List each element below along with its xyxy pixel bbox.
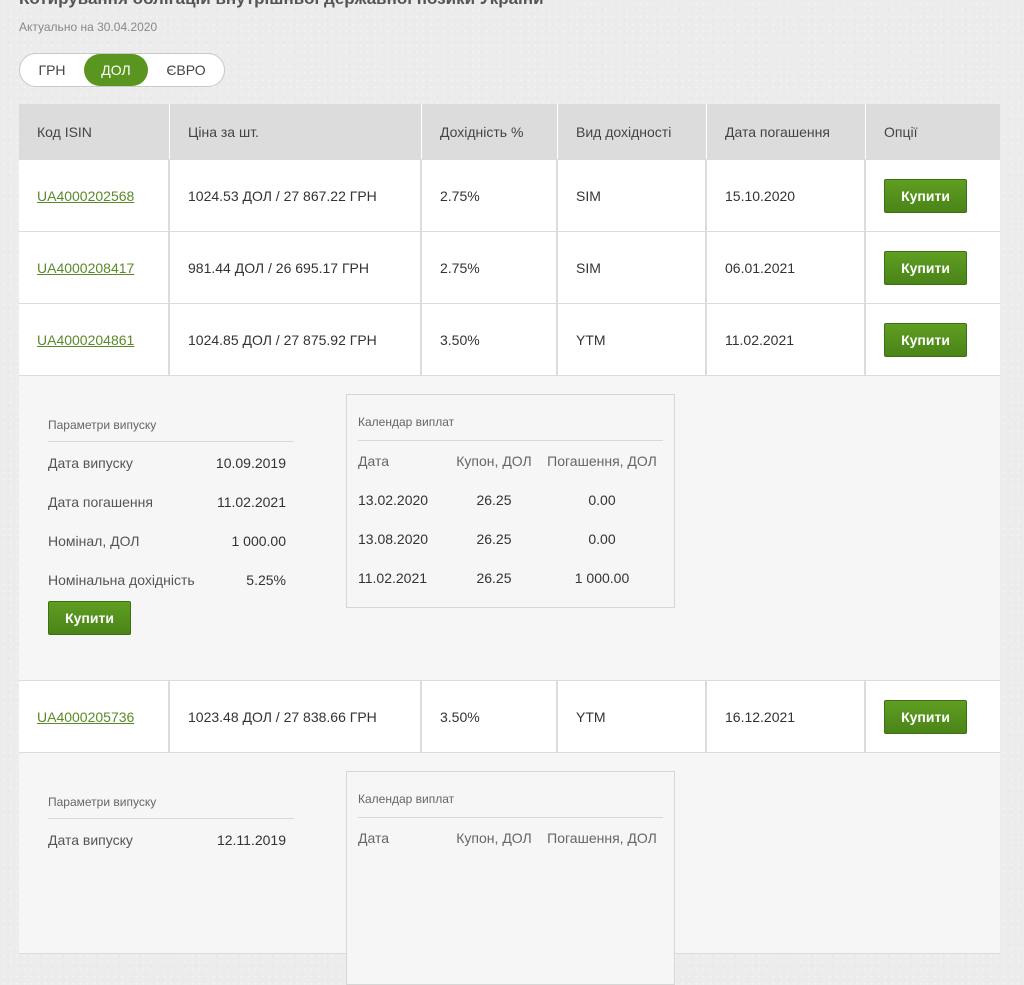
- yield-type-cell: YTM: [558, 681, 707, 752]
- param-label: Номінальна дохідність: [48, 572, 195, 588]
- isin-link[interactable]: UA4000208417: [37, 260, 134, 276]
- calendar-row: 13.02.2020 26.25 0.00: [358, 480, 663, 519]
- issue-parameters-title: Параметри випуску: [48, 787, 294, 819]
- payment-calendar: Календар виплат Дата Купон, ДОЛ Погашенн…: [346, 771, 675, 985]
- isin-link[interactable]: UA4000205736: [37, 709, 134, 725]
- calendar-date: 13.08.2020: [358, 530, 429, 547]
- calendar-header-coupon: Купон, ДОЛ: [456, 829, 532, 846]
- param-label: Дата випуску: [48, 832, 133, 848]
- yield-cell: 3.50%: [422, 304, 558, 375]
- param-row: Номінал, ДОЛ 1 000.00: [48, 526, 294, 565]
- calendar-header: Дата Купон, ДОЛ Погашення, ДОЛ: [358, 441, 663, 480]
- price-cell: 1024.53 ДОЛ / 27 867.22 ГРН: [170, 160, 422, 231]
- table-row: UA4000204861 1024.85 ДОЛ / 27 875.92 ГРН…: [19, 304, 1000, 376]
- calendar-header-date: Дата: [358, 829, 390, 846]
- param-label: Номінал, ДОЛ: [48, 533, 140, 549]
- param-value: 1 000.00: [231, 533, 287, 549]
- param-value: 12.11.2019: [216, 832, 286, 848]
- yield-type-cell: SIM: [558, 160, 707, 231]
- calendar-header: Дата Купон, ДОЛ Погашення, ДОЛ: [358, 818, 663, 857]
- currency-eur-button[interactable]: ЄВРО: [148, 54, 224, 86]
- param-value: 10.09.2019: [215, 455, 286, 471]
- payment-calendar-title: Календар виплат: [358, 772, 663, 818]
- payment-calendar: Календар виплат Дата Купон, ДОЛ Погашенн…: [346, 394, 675, 608]
- maturity-cell: 11.02.2021: [707, 304, 866, 375]
- calendar-coupon: 26.25: [476, 569, 512, 586]
- bonds-table: Код ISIN Ціна за шт. Дохідність % Вид до…: [19, 104, 1000, 985]
- calendar-date: 11.02.2021: [358, 569, 428, 586]
- currency-usd-button[interactable]: ДОЛ: [84, 54, 148, 86]
- calendar-header-date: Дата: [358, 452, 390, 469]
- param-label: Дата випуску: [48, 455, 133, 471]
- yield-cell: 2.75%: [422, 160, 558, 231]
- buy-button[interactable]: Купити: [884, 250, 967, 285]
- isin-link[interactable]: UA4000202568: [37, 188, 134, 204]
- buy-button[interactable]: Купити: [884, 699, 967, 734]
- calendar-row: 11.02.2021 26.25 1 000.00: [358, 558, 663, 597]
- yield-type-cell: SIM: [558, 232, 707, 303]
- issue-parameters: Параметри випуску Дата випуску 10.09.201…: [48, 410, 294, 635]
- calendar-header-coupon: Купон, ДОЛ: [456, 452, 532, 469]
- param-row: Дата погашення 11.02.2021: [48, 487, 294, 526]
- buy-button[interactable]: Купити: [884, 322, 967, 357]
- param-row: Номінальна дохідність 5.25%: [48, 565, 294, 604]
- issue-parameters-title: Параметри випуску: [48, 410, 294, 442]
- calendar-coupon: 26.25: [476, 530, 512, 547]
- yield-type-cell: YTM: [558, 304, 707, 375]
- updated-date: Актуально на 30.04.2020: [19, 20, 158, 34]
- table-row: UA4000205736 1023.48 ДОЛ / 27 838.66 ГРН…: [19, 681, 1000, 753]
- calendar-redemption: 0.00: [588, 530, 616, 547]
- yield-cell: 2.75%: [422, 232, 558, 303]
- calendar-coupon: 26.25: [476, 491, 512, 508]
- payment-calendar-title: Календар виплат: [358, 395, 663, 441]
- maturity-cell: 06.01.2021: [707, 232, 866, 303]
- bond-details-panel: Параметри випуску Дата випуску 12.11.201…: [19, 753, 1000, 985]
- header-options: Опції: [866, 104, 1000, 159]
- table-row: UA4000202568 1024.53 ДОЛ / 27 867.22 ГРН…: [19, 160, 1000, 232]
- price-cell: 1024.85 ДОЛ / 27 875.92 ГРН: [170, 304, 422, 375]
- page-title: Котирування облігацій внутрішньої держав…: [19, 0, 544, 9]
- table-row: UA4000208417 981.44 ДОЛ / 26 695.17 ГРН …: [19, 232, 1000, 304]
- calendar-date: 13.02.2020: [358, 491, 429, 508]
- header-isin: Код ISIN: [19, 104, 170, 159]
- currency-toggle: ГРН ДОЛ ЄВРО: [19, 53, 225, 87]
- param-row: Дата випуску 12.11.2019: [48, 825, 294, 864]
- header-maturity: Дата погашення: [707, 104, 866, 159]
- maturity-cell: 15.10.2020: [707, 160, 866, 231]
- calendar-row: 13.08.2020 26.25 0.00: [358, 519, 663, 558]
- buy-button[interactable]: Купити: [884, 178, 967, 213]
- table-header: Код ISIN Ціна за шт. Дохідність % Вид до…: [19, 104, 1000, 159]
- price-cell: 981.44 ДОЛ / 26 695.17 ГРН: [170, 232, 422, 303]
- calendar-header-redemption: Погашення, ДОЛ: [547, 452, 657, 469]
- calendar-redemption: 1 000.00: [574, 569, 630, 586]
- calendar-header-redemption: Погашення, ДОЛ: [547, 829, 657, 846]
- bond-details-panel: Параметри випуску Дата випуску 10.09.201…: [19, 376, 1000, 681]
- currency-uah-button[interactable]: ГРН: [20, 54, 84, 86]
- param-value: 5.25%: [246, 572, 286, 588]
- param-label: Дата погашення: [48, 494, 153, 510]
- yield-cell: 3.50%: [422, 681, 558, 752]
- buy-button[interactable]: Купити: [48, 601, 131, 635]
- param-value: 11.02.2021: [216, 494, 286, 510]
- price-cell: 1023.48 ДОЛ / 27 838.66 ГРН: [170, 681, 422, 752]
- isin-link[interactable]: UA4000204861: [37, 332, 134, 348]
- header-yield-type: Вид дохідності: [558, 104, 707, 159]
- issue-parameters: Параметри випуску Дата випуску 12.11.201…: [48, 787, 294, 864]
- param-row: Дата випуску 10.09.2019: [48, 448, 294, 487]
- header-yield: Дохідність %: [422, 104, 558, 159]
- maturity-cell: 16.12.2021: [707, 681, 866, 752]
- calendar-redemption: 0.00: [588, 491, 616, 508]
- header-price: Ціна за шт.: [170, 104, 422, 159]
